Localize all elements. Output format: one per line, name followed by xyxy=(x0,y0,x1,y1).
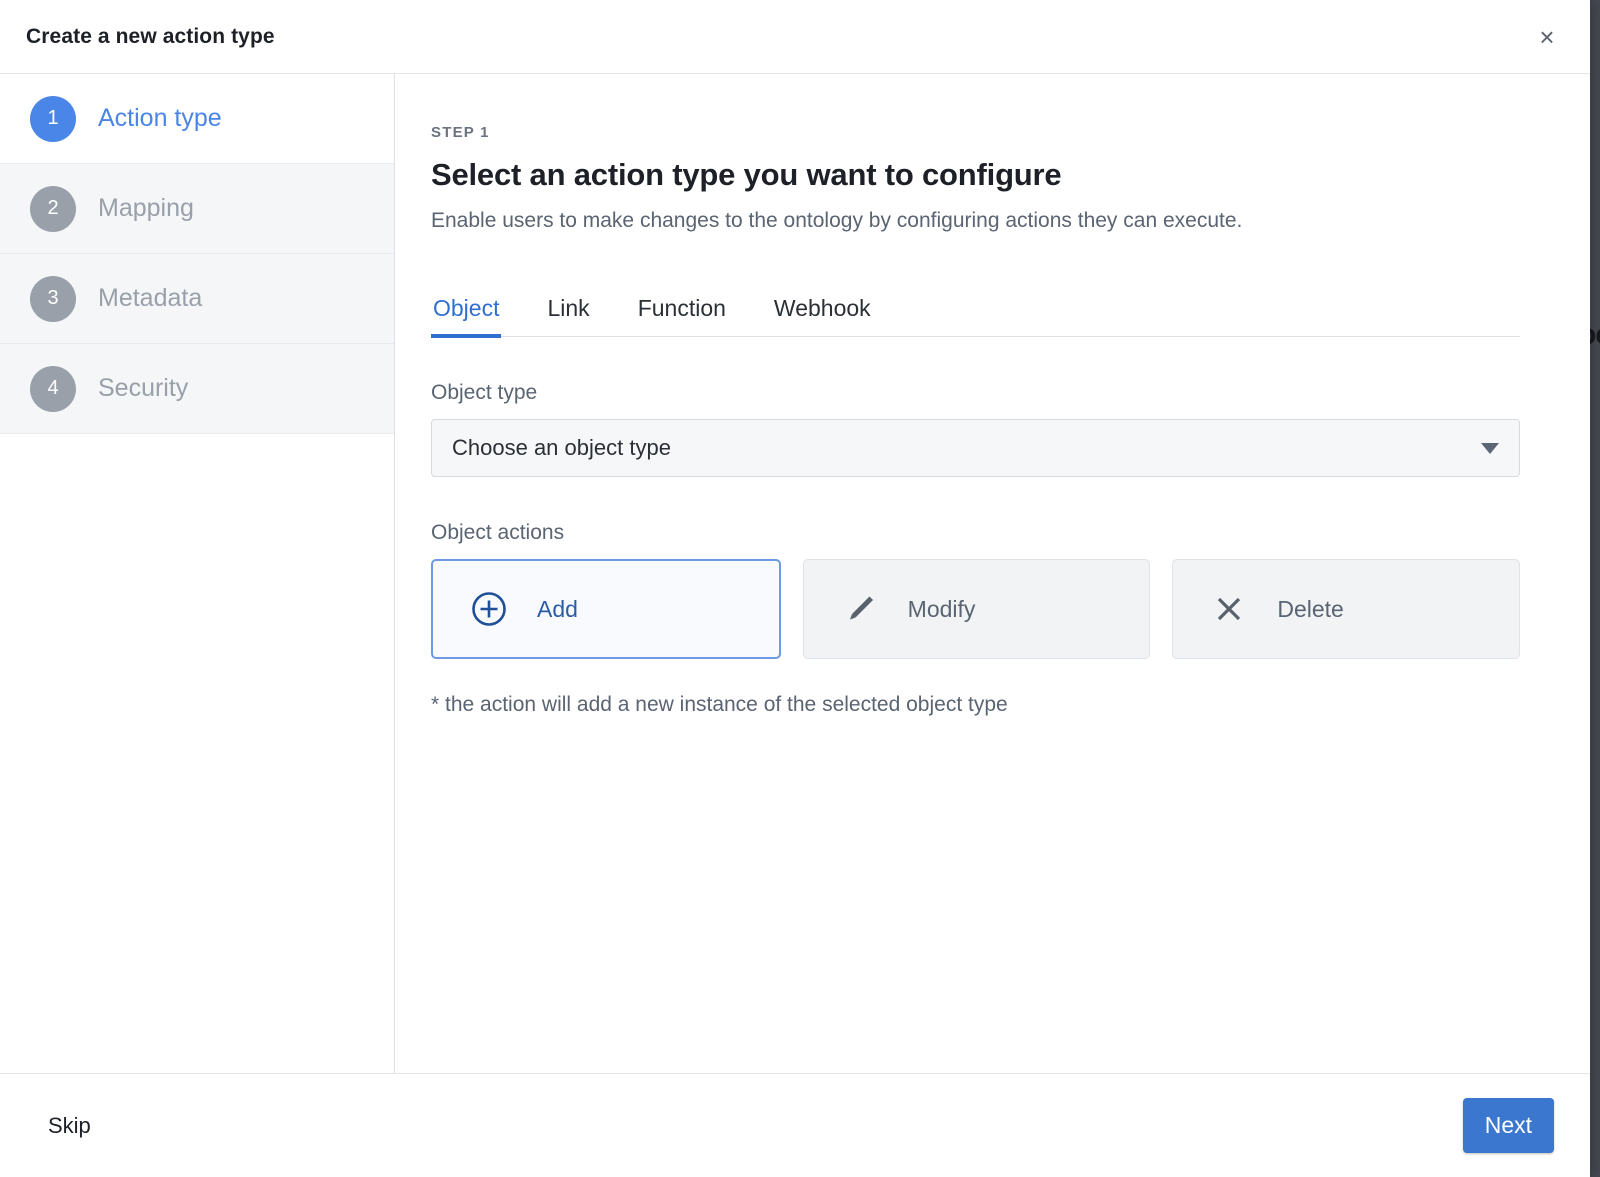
object-actions-label: Object actions xyxy=(431,521,565,544)
object-type-select[interactable]: Choose an object type xyxy=(431,419,1520,477)
skip-button[interactable]: Skip xyxy=(46,1107,93,1145)
sidebar-item-label: Mapping xyxy=(98,194,194,222)
dialog-header: Create a new action type × xyxy=(0,0,1590,74)
sidebar-item-label: Metadata xyxy=(98,284,203,312)
step-number-badge: 2 xyxy=(30,185,76,232)
close-icon[interactable]: × xyxy=(1530,20,1564,54)
object-type-label: Object type xyxy=(431,381,538,404)
tab-link[interactable]: Link xyxy=(545,295,591,338)
action-type-tabs: Object Link Function Webhook xyxy=(431,295,1520,338)
step-number-badge: 1 xyxy=(30,95,76,142)
step-sidebar: 1 Action type 2 Mapping 3 Metadata 4 Sec… xyxy=(0,74,395,1073)
step-number-badge: 3 xyxy=(30,275,76,322)
step-eyebrow: STEP 1 xyxy=(431,124,490,141)
create-action-type-dialog: Create a new action type × 1 Action type… xyxy=(0,0,1590,1177)
plus-circle-icon xyxy=(469,589,509,629)
sidebar-item-mapping[interactable]: 2 Mapping xyxy=(0,164,394,254)
step-content: STEP 1 Select an action type you want to… xyxy=(395,74,1590,1073)
object-action-delete[interactable]: Delete xyxy=(1172,559,1521,659)
sidebar-item-security[interactable]: 4 Security xyxy=(0,344,394,434)
object-action-label: Add xyxy=(537,595,578,622)
dialog-body: 1 Action type 2 Mapping 3 Metadata 4 Sec… xyxy=(0,74,1590,1073)
screen: oc Create a new action type × 1 Action t… xyxy=(0,0,1600,1177)
sidebar-item-action-type[interactable]: 1 Action type xyxy=(0,74,394,164)
object-action-modify[interactable]: Modify xyxy=(802,559,1151,659)
dialog-footer: Skip Next xyxy=(0,1073,1590,1177)
tab-webhook[interactable]: Webhook xyxy=(772,295,873,338)
page-title: Select an action type you want to config… xyxy=(431,157,1062,192)
object-action-label: Delete xyxy=(1277,595,1344,622)
dialog-title: Create a new action type xyxy=(26,24,275,48)
object-action-hint: * the action will add a new instance of … xyxy=(431,693,1008,716)
tab-function[interactable]: Function xyxy=(636,295,728,338)
sidebar-item-label: Action type xyxy=(98,104,222,132)
sidebar-item-label: Security xyxy=(98,374,189,402)
close-x-icon xyxy=(1209,589,1249,629)
pencil-icon xyxy=(840,589,880,629)
object-type-selected-value: Choose an object type xyxy=(452,435,671,460)
next-button[interactable]: Next xyxy=(1462,1098,1554,1153)
object-action-label: Modify xyxy=(907,595,976,622)
tab-object[interactable]: Object xyxy=(431,295,502,338)
object-actions-group: Add Modify Delete xyxy=(431,559,1521,659)
object-action-add[interactable]: Add xyxy=(431,559,781,659)
step-number-badge: 4 xyxy=(30,365,76,412)
chevron-down-icon xyxy=(1481,442,1499,454)
sidebar-item-metadata[interactable]: 3 Metadata xyxy=(0,254,394,344)
page-subtitle: Enable users to make changes to the onto… xyxy=(431,209,1243,232)
